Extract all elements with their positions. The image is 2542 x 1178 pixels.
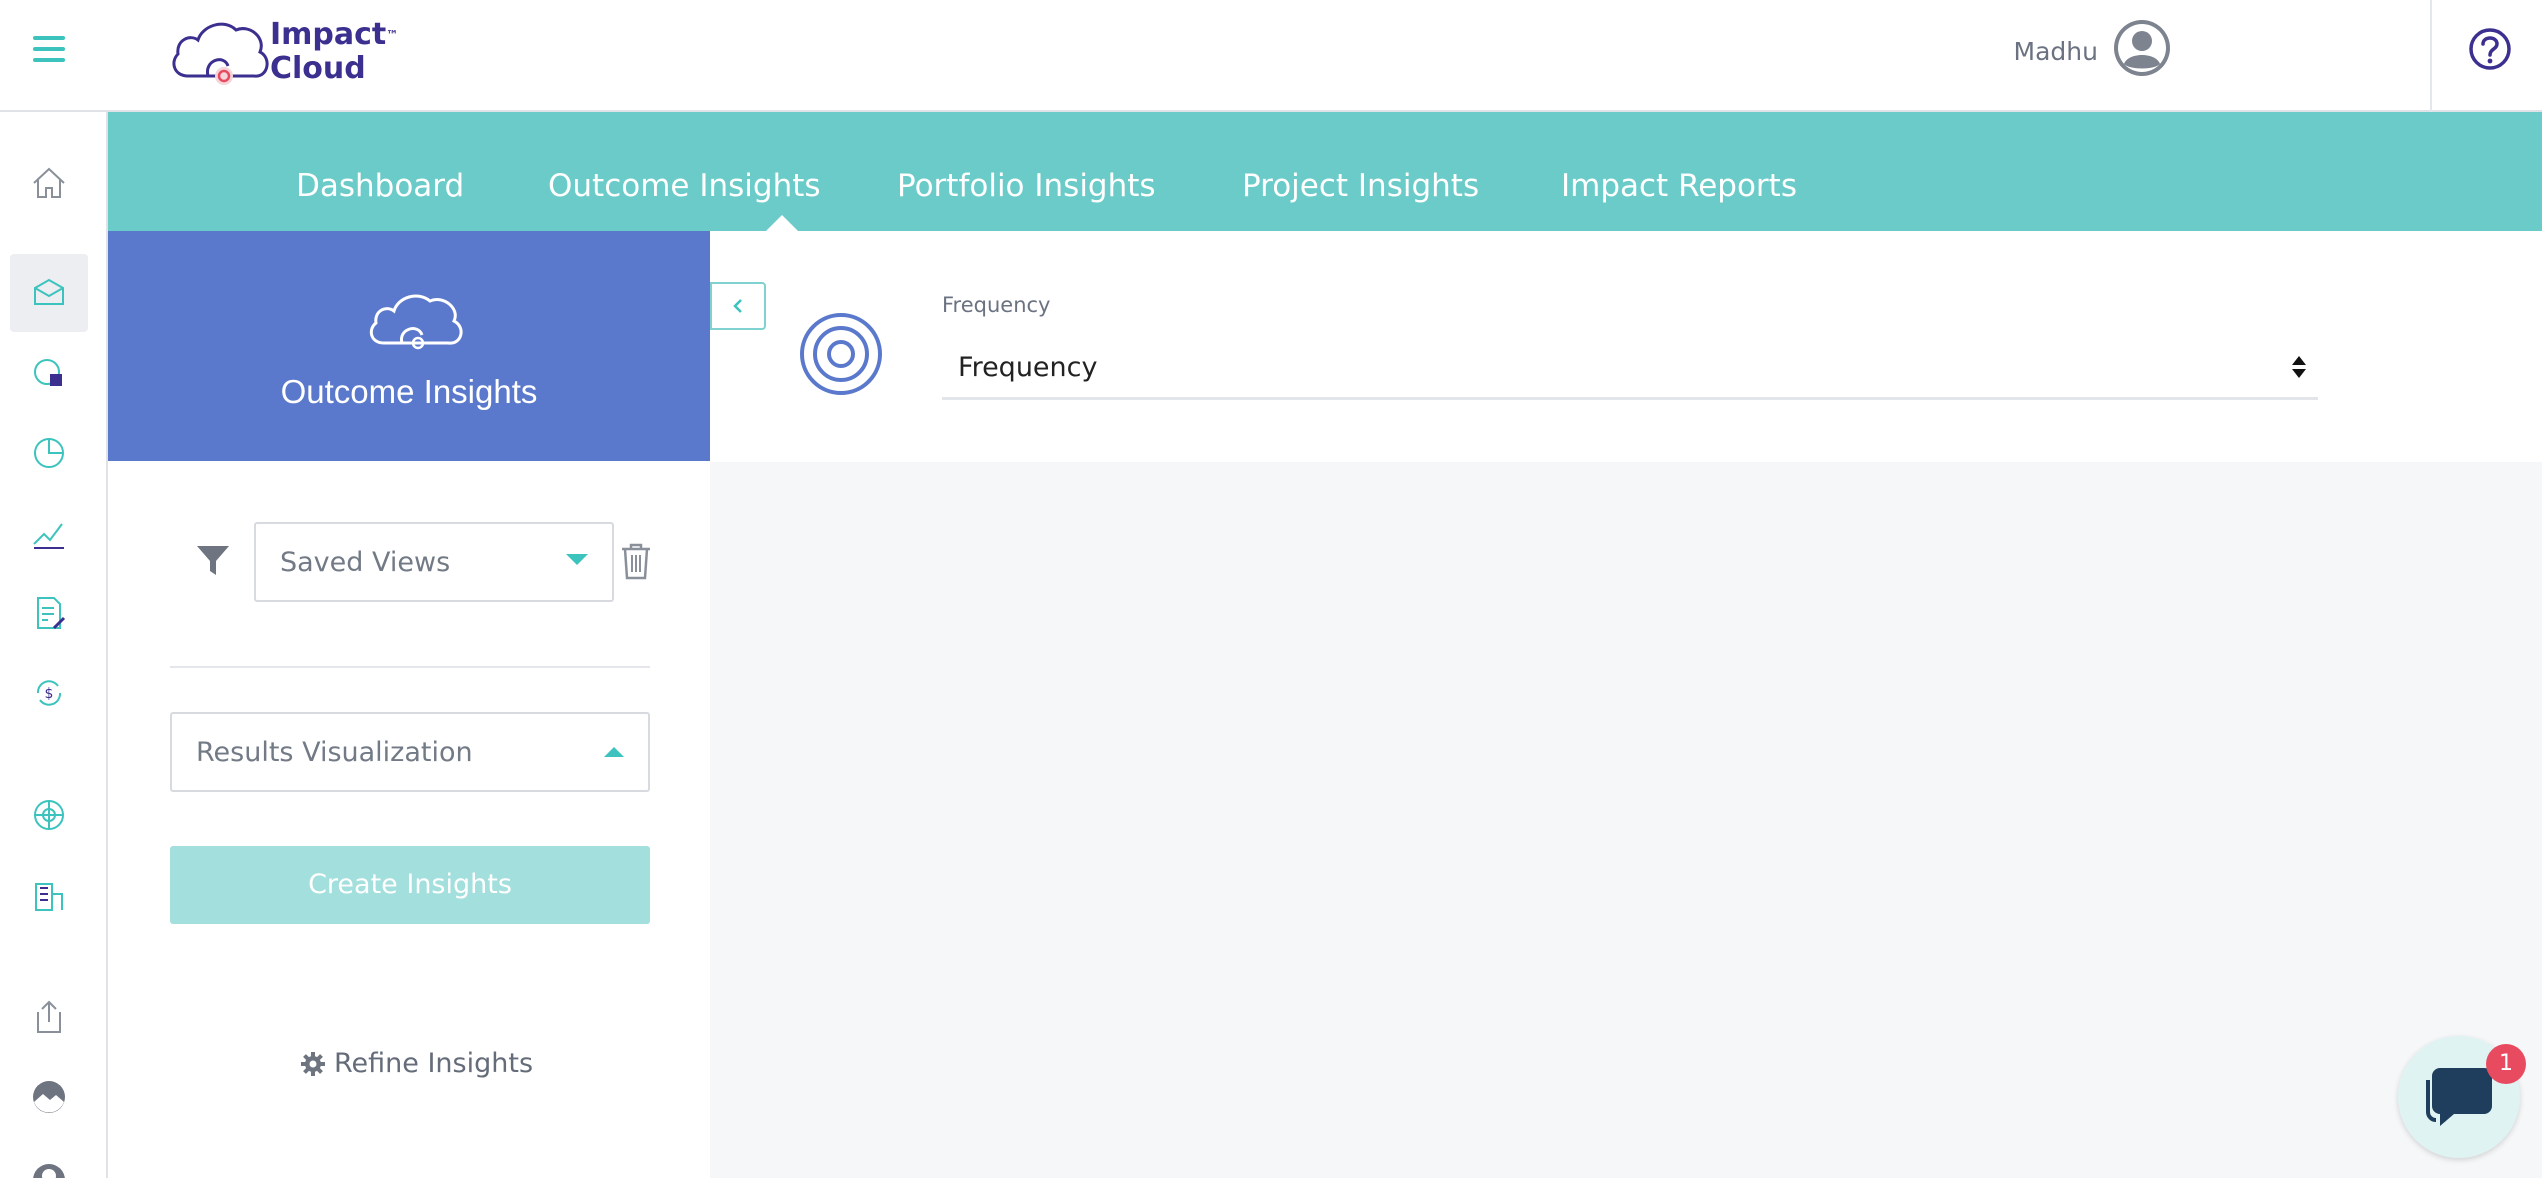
frequency-toolbar: Frequency Frequency xyxy=(710,231,2542,462)
tab-project-insights[interactable]: Project Insights xyxy=(1242,168,1479,204)
building-icon[interactable] xyxy=(10,856,88,934)
refine-insights-link[interactable]: Refine Insights xyxy=(300,1048,533,1079)
tab-portfolio-insights[interactable]: Portfolio Insights xyxy=(897,168,1156,204)
logo-text-line1: Impact xyxy=(270,17,387,52)
export-icon[interactable] xyxy=(10,978,88,1056)
frequency-selected-value: Frequency xyxy=(958,352,1098,383)
main-tab-nav: Dashboard Outcome Insights Portfolio Ins… xyxy=(108,112,2542,231)
help-divider xyxy=(2430,0,2432,112)
panel-header: Outcome Insights xyxy=(108,231,710,461)
document-edit-icon[interactable] xyxy=(10,574,88,652)
user-name: Madhu xyxy=(2013,36,2098,66)
tab-outcome-insights[interactable]: Outcome Insights xyxy=(548,168,821,204)
user-menu[interactable]: Madhu xyxy=(2014,18,2172,78)
inbox-icon[interactable] xyxy=(10,254,88,332)
impact-cloud-logo[interactable]: Impact™ Cloud xyxy=(168,10,398,92)
landscape-icon[interactable] xyxy=(10,1058,88,1136)
svg-text:$: $ xyxy=(45,686,54,702)
icon-sidebar: $ xyxy=(0,112,108,1178)
chat-notification-badge: 1 xyxy=(2486,1044,2526,1084)
top-header: Impact™ Cloud Madhu xyxy=(0,0,2542,112)
gear-icon xyxy=(301,1051,325,1076)
dollar-cycle-icon[interactable]: $ xyxy=(10,654,88,732)
trash-icon[interactable] xyxy=(618,541,654,581)
chevron-down-icon xyxy=(566,554,588,565)
collapse-panel-button[interactable] xyxy=(710,282,766,330)
logo-tm: ™ xyxy=(386,28,399,42)
pie-chart-icon[interactable] xyxy=(10,414,88,492)
home-icon[interactable] xyxy=(10,144,88,222)
tab-dashboard[interactable]: Dashboard xyxy=(296,168,464,204)
globe-icon[interactable] xyxy=(10,776,88,854)
hamburger-menu-icon[interactable] xyxy=(33,36,65,64)
logo-text: Impact™ Cloud xyxy=(270,18,398,86)
chart-doc-icon[interactable] xyxy=(10,334,88,412)
active-tab-indicator xyxy=(766,215,798,231)
saved-views-label: Saved Views xyxy=(280,547,451,578)
panel-divider xyxy=(170,666,650,668)
user-avatar-icon[interactable] xyxy=(2112,18,2172,78)
results-visualization-dropdown[interactable]: Results Visualization xyxy=(170,712,650,792)
filter-icon[interactable] xyxy=(194,541,232,579)
logo-cloud-icon xyxy=(172,22,269,85)
chevron-left-icon xyxy=(733,299,742,313)
trend-line-icon[interactable] xyxy=(10,494,88,572)
select-arrows-icon xyxy=(2292,356,2306,384)
user-circle-icon[interactable] xyxy=(10,1138,88,1178)
create-insights-button[interactable]: Create Insights xyxy=(170,846,650,924)
results-visualization-label: Results Visualization xyxy=(196,737,473,768)
frequency-label: Frequency xyxy=(942,293,1051,317)
chevron-up-icon xyxy=(604,747,624,757)
cloud-icon xyxy=(369,294,463,350)
frequency-select[interactable]: Frequency xyxy=(942,338,2318,400)
question-circle-icon[interactable] xyxy=(2468,27,2512,71)
panel-title: Outcome Insights xyxy=(280,373,538,410)
target-icon xyxy=(800,313,882,395)
saved-views-dropdown[interactable]: Saved Views xyxy=(254,522,614,602)
chat-bubble-icon xyxy=(2426,1068,2492,1126)
logo-text-line2: Cloud xyxy=(270,51,366,86)
refine-insights-label: Refine Insights xyxy=(334,1048,534,1079)
insights-panel: Outcome Insights Saved Views Results Vis… xyxy=(108,231,710,1178)
tab-impact-reports[interactable]: Impact Reports xyxy=(1561,168,1797,204)
